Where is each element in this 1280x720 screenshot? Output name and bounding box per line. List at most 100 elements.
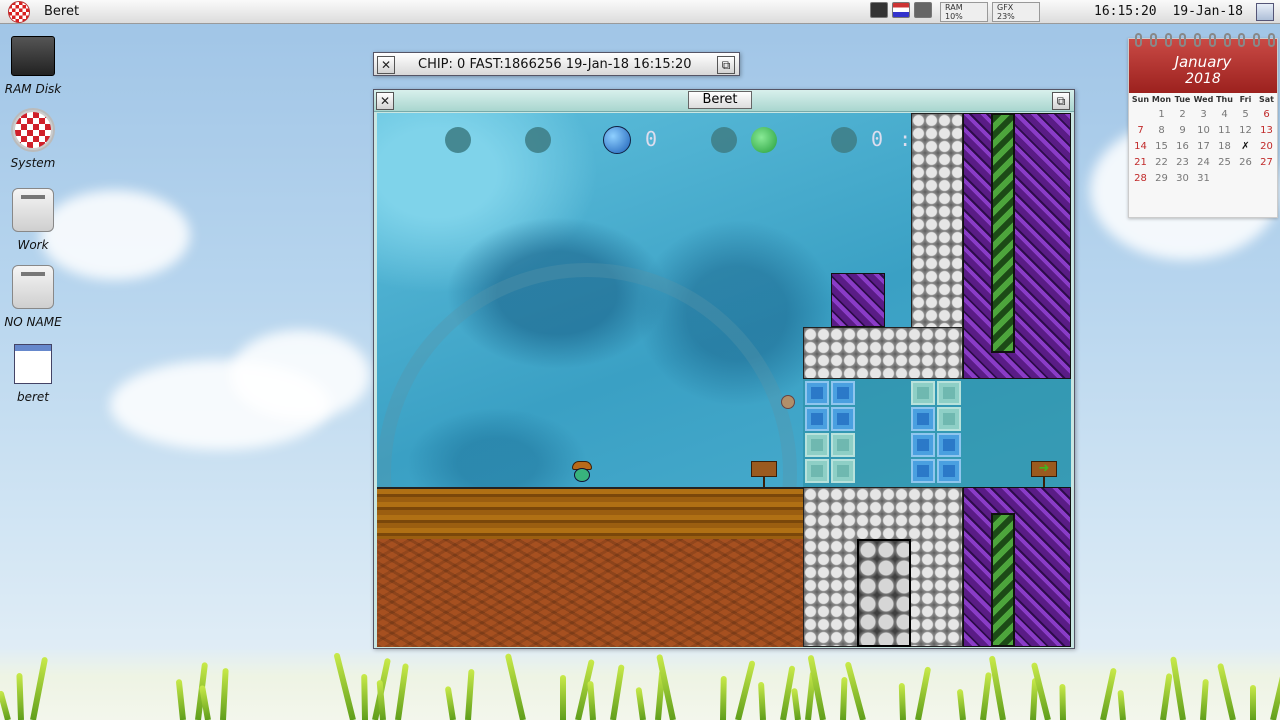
calendar-day[interactable]: 15: [1151, 141, 1172, 152]
gfx-gauge: GFX 23%: [992, 2, 1040, 22]
depth-button[interactable]: ⧉: [1052, 92, 1070, 110]
pebble-object: [781, 395, 795, 409]
grass-blade: [220, 667, 229, 720]
ram-disk-icon: [11, 36, 55, 76]
calendar-day[interactable]: 14: [1130, 141, 1151, 152]
active-app-title[interactable]: Beret: [44, 4, 79, 19]
calendar-day[interactable]: 29: [1151, 173, 1172, 184]
calendar-day[interactable]: 1: [1151, 109, 1172, 120]
calendar-day[interactable]: 9: [1172, 125, 1193, 136]
calendar-day[interactable]: 13: [1256, 125, 1277, 136]
close-button[interactable]: ✕: [377, 56, 395, 74]
depth-button[interactable]: ⧉: [717, 56, 735, 74]
calendar-day[interactable]: 2: [1172, 109, 1193, 120]
calendar-header: January 2018: [1129, 39, 1277, 93]
hard-drive-icon: [12, 265, 54, 309]
grass-blade: [395, 663, 409, 720]
amiga-boing-icon[interactable]: [8, 0, 30, 23]
dirt-ground: [377, 539, 803, 647]
desktop-icon-label: Work: [17, 238, 49, 252]
grass-blade: [735, 660, 756, 720]
hud-slot-icon: [711, 127, 737, 153]
gfx-gauge-label: GFX: [997, 3, 1014, 12]
ice-tile: [831, 381, 855, 405]
screen-depth-icon[interactable]: [1256, 3, 1274, 21]
grass-blade: [898, 682, 906, 720]
calendar-day[interactable]: 20: [1256, 141, 1277, 152]
calendar-day[interactable]: 3: [1193, 109, 1214, 120]
calendar-day[interactable]: 21: [1130, 157, 1151, 168]
ball-counter-icon: [603, 126, 631, 154]
player-character: [571, 461, 593, 485]
grass-blade: [30, 656, 49, 720]
calendar-day[interactable]: 12: [1235, 125, 1256, 136]
calendar-day[interactable]: 26: [1235, 157, 1256, 168]
calendar-day-of-week: Tue: [1174, 95, 1191, 104]
calendar-day[interactable]: 11: [1214, 125, 1235, 136]
player-head: [574, 468, 590, 482]
clock-date: 19-Jan-18: [1172, 4, 1243, 19]
calendar-day[interactable]: 28: [1130, 173, 1151, 184]
calendar-day[interactable]: 4: [1214, 109, 1235, 120]
desktop-icon-ram-disk[interactable]: RAM Disk: [0, 36, 66, 96]
ice-tile: [805, 433, 829, 457]
ice-tile: [805, 459, 829, 483]
calendar-day[interactable]: ✗: [1235, 141, 1256, 152]
calendar-day[interactable]: 22: [1151, 157, 1172, 168]
grass-blade: [1059, 683, 1066, 720]
cloud: [230, 330, 370, 420]
desktop-icon-system[interactable]: System: [0, 110, 66, 170]
calendar-widget[interactable]: January 2018 Sun Mon Tue Wed Thu Fri Sat 1 2 3 4 5 6…: [1128, 33, 1278, 218]
calendar-day[interactable]: 5: [1235, 109, 1256, 120]
window-title[interactable]: Beret: [688, 91, 752, 109]
grass-blade: [1170, 656, 1186, 720]
grass-blade: [0, 690, 11, 720]
close-button[interactable]: ✕: [376, 92, 394, 110]
calendar-day: [1214, 173, 1235, 184]
calendar-day[interactable]: 8: [1151, 125, 1172, 136]
calendar-spirals: [1135, 33, 1275, 47]
calendar-year: 2018: [1185, 71, 1221, 87]
calendar-day[interactable]: 24: [1193, 157, 1214, 168]
screens-icon[interactable]: [870, 2, 888, 18]
calendar-day[interactable]: 23: [1172, 157, 1193, 168]
clock-time: 16:15:20: [1094, 4, 1157, 19]
calendar-day[interactable]: 16: [1172, 141, 1193, 152]
calendar-grid: Sun Mon Tue Wed Thu Fri Sat 1 2 3 4 5 6 7 8 9 10 11 12 13 14…: [1129, 93, 1277, 186]
ram-gauge-label: RAM: [945, 3, 963, 12]
calendar-day[interactable]: 6: [1256, 109, 1277, 120]
calendar-day[interactable]: 10: [1193, 125, 1214, 136]
green-chain: [991, 513, 1015, 647]
grass-footer: [0, 648, 1280, 720]
grass-blade: [988, 655, 1006, 720]
ram-gauge-value: 10%: [945, 12, 963, 21]
grass-blade: [980, 671, 992, 720]
ice-tile: [937, 459, 961, 483]
network-icon[interactable]: [914, 2, 932, 18]
desktop-icon-label: RAM Disk: [4, 82, 62, 96]
calendar-day[interactable]: 27: [1256, 157, 1277, 168]
ice-tile: [911, 433, 935, 457]
desktop-icon-beret[interactable]: beret: [0, 344, 66, 404]
desktop-icon-work[interactable]: Work: [0, 188, 66, 252]
calendar-day[interactable]: 30: [1172, 173, 1193, 184]
desktop-icon-no-name[interactable]: NO NAME: [0, 265, 66, 329]
desktop-icon-label: beret: [16, 390, 50, 404]
calendar-day[interactable]: 17: [1193, 141, 1214, 152]
calendar-day[interactable]: 25: [1214, 157, 1235, 168]
grass-blade: [16, 672, 24, 720]
stone-column: [911, 113, 963, 329]
gfx-gauge-value: 23%: [997, 12, 1015, 21]
green-chain: [991, 113, 1015, 353]
calendar-day[interactable]: 18: [1214, 141, 1235, 152]
clock[interactable]: 16:15:20 19-Jan-18: [1094, 4, 1243, 19]
hud-score: 0: [645, 127, 660, 151]
ice-tile: [831, 459, 855, 483]
grass-blade: [560, 675, 566, 720]
desktop-icon-label: System: [10, 156, 56, 170]
game-canvas[interactable]: 0 0 : 38: [377, 113, 1071, 647]
calendar-day[interactable]: 31: [1193, 173, 1214, 184]
calendar-day[interactable]: 7: [1130, 125, 1151, 136]
locale-flag-icon[interactable]: [892, 2, 910, 18]
hud-slot-icon: [525, 127, 551, 153]
